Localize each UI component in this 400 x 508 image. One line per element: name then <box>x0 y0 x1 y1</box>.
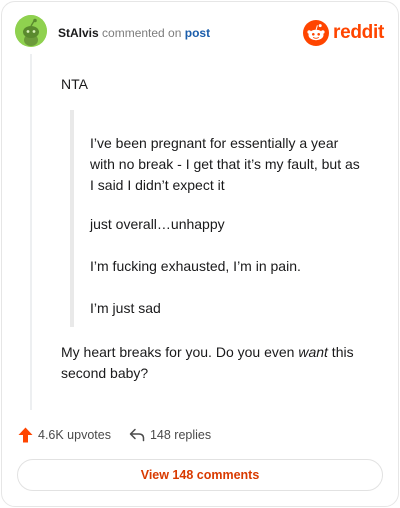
thread-line[interactable] <box>30 54 32 410</box>
quote-paragraph: I’ve been pregnant for essentially a yea… <box>90 135 360 193</box>
comment-actions: 4.6K upvotes 148 replies <box>18 426 211 444</box>
upvote-button[interactable]: 4.6K upvotes <box>18 427 111 443</box>
replies-button[interactable]: 148 replies <box>129 428 211 442</box>
reply-arrow-icon <box>129 428 145 442</box>
comment-header: StAlvis commented on post <box>58 25 210 41</box>
view-comments-button[interactable]: View 148 comments <box>17 459 383 491</box>
commented-on-text: commented on <box>102 26 182 40</box>
post-link[interactable]: post <box>185 26 210 40</box>
upvote-count: 4.6K upvotes <box>38 428 111 442</box>
reddit-wordmark: reddit <box>333 22 384 43</box>
comment-first-line: NTA <box>61 76 88 92</box>
quote-paragraph: just overall…unhappy <box>90 216 225 232</box>
snoo-avatar-icon <box>15 15 47 47</box>
user-avatar[interactable] <box>15 15 47 47</box>
comment-reply-text: My heart breaks for you. Do you even wan… <box>61 342 371 384</box>
quote-paragraph: I’m just sad <box>90 300 161 316</box>
reply-emphasis: want <box>298 344 328 360</box>
reddit-logo[interactable]: reddit <box>303 20 384 46</box>
upvote-arrow-icon <box>18 427 33 443</box>
replies-count: 148 replies <box>149 428 212 442</box>
quote-bar <box>70 110 74 327</box>
reply-text-start: My heart breaks for you. Do you even <box>61 344 299 360</box>
reddit-snoo-icon <box>303 20 330 46</box>
quote-paragraph: I’m fucking exhausted, I’m in pain. <box>90 258 301 274</box>
username-link[interactable]: StAlvis <box>58 26 99 40</box>
